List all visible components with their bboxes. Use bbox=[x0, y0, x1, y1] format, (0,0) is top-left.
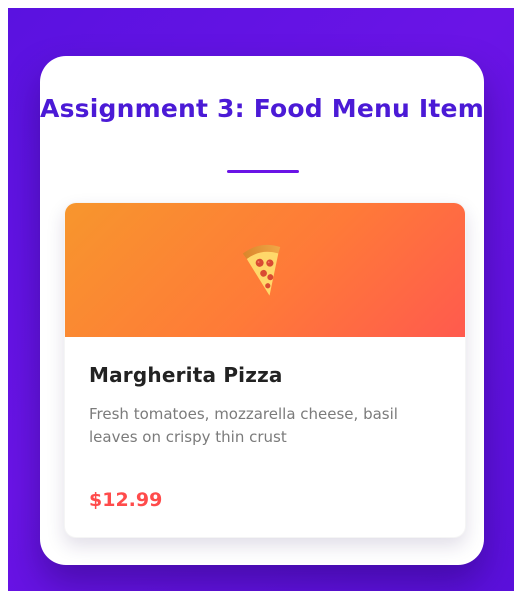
menu-item-description: Fresh tomatoes, mozzarella cheese, basil… bbox=[89, 403, 443, 449]
menu-item-details: Margherita Pizza Fresh tomatoes, mozzare… bbox=[65, 337, 465, 537]
page-background: Assignment 3: Food Menu Item Margherita … bbox=[8, 8, 514, 591]
menu-item-description-line-2: leaves on crispy thin crust bbox=[89, 428, 287, 446]
assignment-container: Assignment 3: Food Menu Item Margherita … bbox=[40, 56, 484, 565]
menu-item-description-line-1: Fresh tomatoes, mozzarella cheese, basil bbox=[89, 405, 398, 423]
menu-item-image-banner bbox=[65, 203, 465, 337]
pizza-slice-icon bbox=[242, 244, 281, 296]
title-underline bbox=[227, 170, 299, 173]
page-title: Assignment 3: Food Menu Item bbox=[40, 94, 484, 123]
menu-item-price: $12.99 bbox=[89, 489, 163, 511]
menu-item-card[interactable]: Margherita Pizza Fresh tomatoes, mozzare… bbox=[64, 202, 466, 538]
menu-item-title: Margherita Pizza bbox=[89, 363, 283, 387]
